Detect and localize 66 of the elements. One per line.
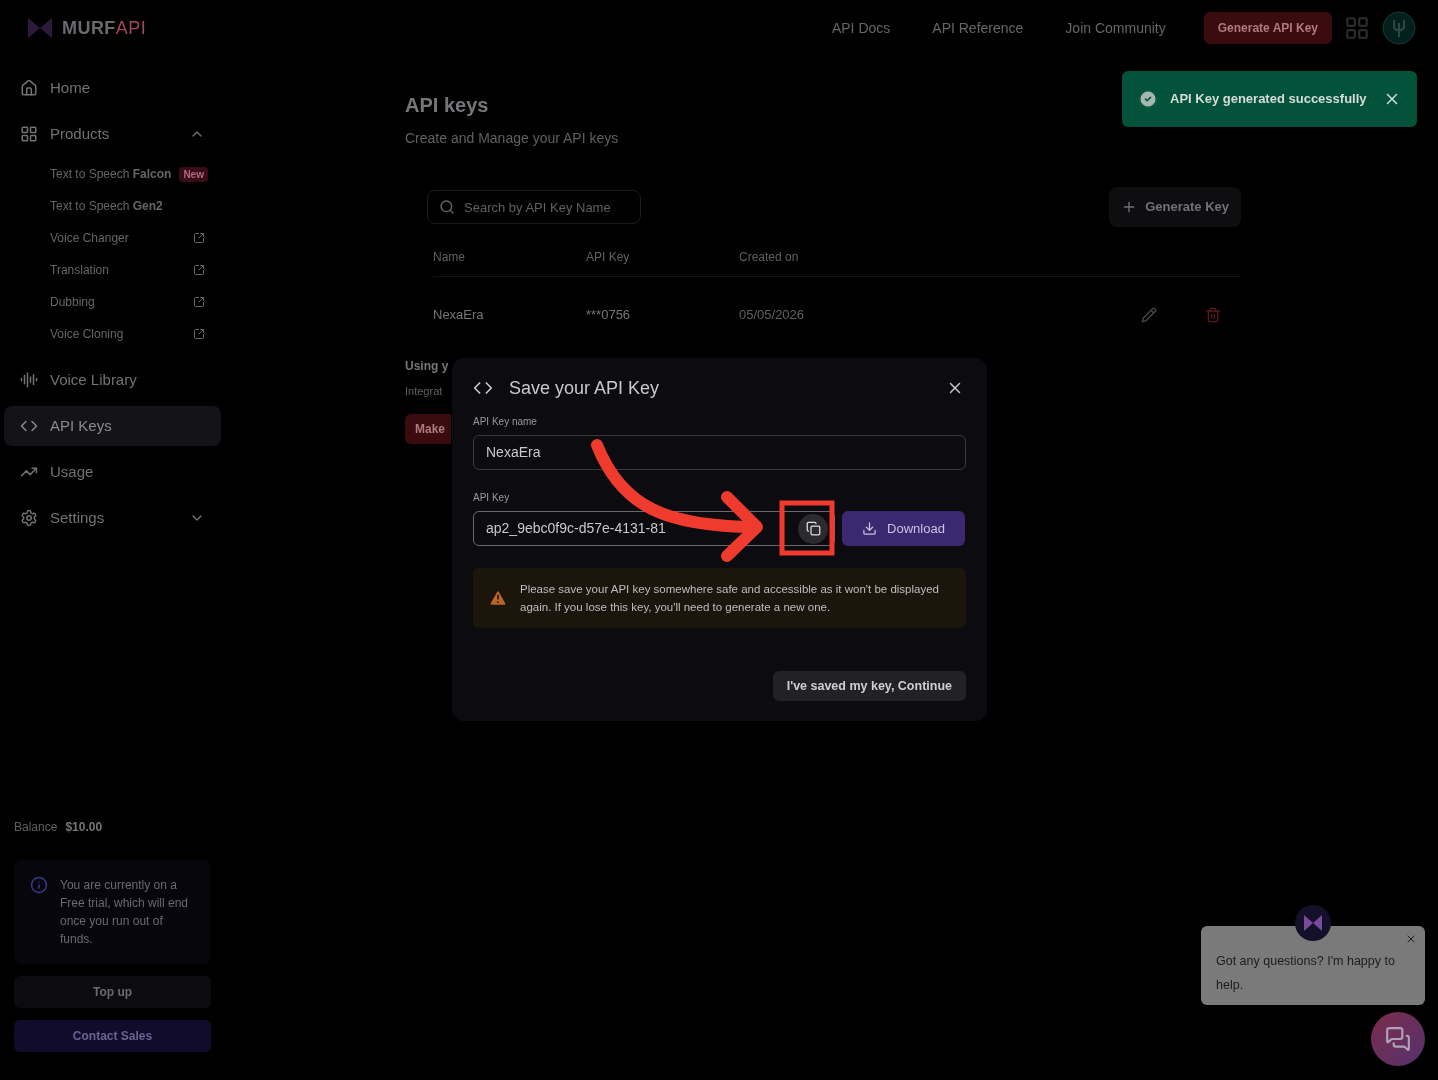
- make-button[interactable]: Make: [405, 413, 451, 444]
- chat-icon: [1385, 1026, 1411, 1052]
- nav-item[interactable]: Settings: [4, 498, 221, 538]
- copy-icon: [805, 521, 821, 536]
- external-link-icon: [193, 328, 205, 340]
- product-link[interactable]: Voice Changer: [50, 229, 129, 247]
- nav-item[interactable]: Voice Library: [4, 360, 221, 400]
- top-up-button[interactable]: Top up: [14, 976, 211, 1008]
- info-icon: [30, 876, 48, 894]
- continue-button[interactable]: I've saved my key, Continue: [772, 671, 966, 701]
- page-title: API keys: [405, 93, 489, 118]
- edit-icon[interactable]: [1141, 307, 1157, 323]
- chat-message: Got any questions? I'm happy to help.: [1216, 954, 1395, 992]
- product-link[interactable]: Voice Cloning: [50, 325, 124, 343]
- generate-key-button[interactable]: Generate Key: [1109, 187, 1241, 227]
- field-label: API Key: [473, 491, 511, 505]
- download-icon: [862, 521, 878, 536]
- assistant-avatar-icon: [1295, 905, 1331, 941]
- external-link-icon: [193, 264, 205, 276]
- contact-sales-button[interactable]: Contact Sales: [14, 1020, 211, 1052]
- nav-item[interactable]: API Keys: [4, 406, 221, 446]
- copy-button[interactable]: [798, 513, 828, 544]
- generate-api-key-button[interactable]: Generate API Key: [1203, 12, 1332, 44]
- section-title: Using y: [405, 358, 449, 375]
- table-cell-text: 05/05/2026: [739, 306, 806, 325]
- table-cell-text: ***0756: [586, 306, 632, 325]
- header-link[interactable]: API Reference: [932, 17, 1024, 39]
- warning-icon: [488, 588, 508, 608]
- header-link[interactable]: API Docs: [831, 17, 891, 39]
- new-badge: New: [179, 166, 208, 182]
- nav-item[interactable]: Usage: [4, 452, 221, 492]
- external-link-icon: [193, 232, 205, 244]
- grid-icon: [20, 125, 38, 143]
- header-link[interactable]: Join Community: [1065, 17, 1166, 39]
- product-link[interactable]: Text to Speech Falcon: [50, 165, 172, 183]
- external-link-icon: [193, 296, 205, 308]
- sound-wave-icon: [20, 371, 38, 389]
- balance-value: $10.00: [65, 819, 103, 836]
- brand-logo-text: MURFAPI: [62, 16, 147, 40]
- dialog-title: Save your API Key: [509, 376, 660, 400]
- field-label: API Key name: [473, 415, 538, 429]
- column-header: API Key: [586, 248, 631, 266]
- home-icon: [20, 79, 38, 97]
- nav-item[interactable]: Home: [4, 68, 221, 108]
- table-cell-text: NexaEra: [433, 306, 485, 325]
- warning-text: Please save your API key somewhere safe and accessible as it won't be displayed again. If you lose this key, you'll need to generate a new one.: [520, 582, 940, 615]
- nav-item[interactable]: Products: [4, 114, 221, 154]
- notice-text: You are currently on a Free trial, which will end once you run out of funds.: [60, 877, 190, 948]
- product-link[interactable]: Text to Speech Gen2: [50, 197, 163, 215]
- highlight-frame: [779, 500, 835, 556]
- download-button[interactable]: Download: [842, 511, 965, 546]
- column-header: Created on: [739, 248, 800, 266]
- logo-icon: [26, 16, 54, 40]
- key-name-field[interactable]: NexaEra: [473, 435, 966, 470]
- search-field[interactable]: Search by API Key Name: [427, 190, 641, 224]
- product-link[interactable]: Translation: [50, 261, 109, 279]
- product-link[interactable]: Dubbing: [50, 293, 95, 311]
- page-subtitle: Create and Manage your API keys: [405, 129, 619, 148]
- settings-icon: [20, 509, 38, 527]
- balance-label: Balance: [14, 819, 58, 836]
- check-circle-icon: [1138, 89, 1158, 109]
- toast-message: API Key generated successfully: [1170, 90, 1367, 109]
- section-text: Integrat: [405, 384, 443, 399]
- search-icon: [439, 199, 455, 215]
- chat-launcher-button[interactable]: [1371, 1012, 1425, 1066]
- column-header: Name: [433, 248, 466, 266]
